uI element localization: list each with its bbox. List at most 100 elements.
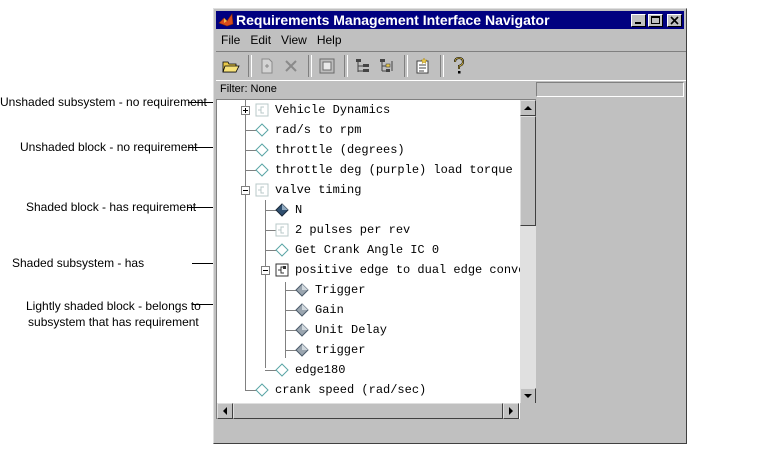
callout-shaded-block: Shaded block - has requirement (26, 200, 197, 214)
expand-toggle[interactable] (241, 106, 250, 115)
unshaded-block-icon (255, 123, 269, 137)
lightly-shaded-block-icon (295, 283, 309, 297)
menu-help[interactable]: Help (312, 33, 347, 47)
tree-item-unit-delay[interactable]: Unit Delay (295, 320, 387, 340)
toolbar-separator (248, 55, 252, 77)
new-button[interactable] (256, 55, 278, 77)
help-icon (454, 57, 465, 74)
menu-view[interactable]: View (276, 33, 312, 47)
unshaded-block-icon (275, 363, 289, 377)
toolbar (216, 51, 686, 81)
horizontal-scroll-thumb[interactable] (233, 403, 503, 419)
tree-item-trigger-lower[interactable]: trigger (295, 340, 365, 360)
tree-item-crank-speed[interactable]: crank speed (rad/sec) (255, 380, 426, 400)
filter-label: Filter: None (220, 83, 277, 95)
tree-item-get-crank-angle[interactable]: Get Crank Angle IC 0 (275, 240, 439, 260)
tree-button[interactable] (352, 55, 374, 77)
navigator-window: Requirements Management Interface Naviga… (213, 8, 687, 444)
scroll-down-button[interactable] (520, 388, 536, 404)
delete-button[interactable] (280, 55, 302, 77)
tree-item-valve-timing[interactable]: valve timing (255, 180, 361, 200)
details-pane (536, 99, 684, 419)
tree-item-label: Unit Delay (315, 323, 388, 337)
tree-line (265, 200, 266, 368)
toolbar-separator (440, 55, 444, 77)
close-button[interactable] (667, 13, 682, 27)
minimize-button[interactable] (631, 13, 646, 27)
tree-icon (356, 59, 369, 72)
new-document-icon (261, 58, 273, 74)
minimize-icon (635, 21, 641, 24)
status-bar (216, 421, 686, 441)
arrow-down-icon (524, 394, 532, 398)
tree-item-label: edge180 (295, 363, 346, 377)
lightly-shaded-block-icon (295, 303, 309, 317)
scroll-left-button[interactable] (217, 403, 233, 419)
toolbar-separator (308, 55, 312, 77)
unshaded-block-icon (255, 143, 269, 157)
unshaded-block-icon (255, 163, 269, 177)
close-icon (670, 15, 679, 25)
callout-lightly-shaded-line1: Lightly shaded block - belongs to (26, 299, 201, 313)
tree-item-label: throttle deg (purple) load torque l (275, 163, 528, 177)
arrow-left-icon (223, 407, 227, 415)
tree-item-label: Gain (315, 303, 344, 317)
tree-item-2-pulses-per-rev[interactable]: 2 pulses per rev (275, 220, 410, 240)
tree-item-edge180[interactable]: edge180 (275, 360, 345, 380)
lightly-shaded-block-icon (295, 343, 309, 357)
scroll-up-button[interactable] (520, 100, 536, 116)
scroll-right-button[interactable] (503, 403, 519, 419)
toolbar-separator (344, 55, 348, 77)
tree-item-label: N (295, 203, 303, 217)
callout-lightly-shaded-line2: subsystem that has requirement (28, 315, 199, 329)
vertical-scrollbar[interactable] (520, 100, 536, 404)
help-button[interactable] (448, 55, 470, 77)
tree-item-label: crank speed (rad/sec) (275, 383, 427, 397)
open-button[interactable] (220, 55, 242, 77)
requirements-tree[interactable]: Vehicle Dynamics rad/s to rpm throttle (… (216, 99, 536, 419)
unshaded-subsystem-icon (255, 103, 269, 117)
unshaded-block-icon (275, 243, 289, 257)
maximize-button[interactable] (648, 13, 663, 27)
callout-unshaded-block: Unshaded block - no requirement (20, 140, 198, 154)
unshaded-block-icon (255, 383, 269, 397)
tree-item-gain[interactable]: Gain (295, 300, 344, 320)
tree-line (245, 100, 246, 390)
title-bar[interactable]: Requirements Management Interface Naviga… (216, 11, 684, 29)
tree-line (285, 282, 286, 358)
shaded-subsystem-icon (275, 263, 289, 277)
tree-item-label: valve timing (275, 183, 362, 197)
tree-item-label: rad/s to rpm (275, 123, 362, 137)
maximize-icon (651, 15, 660, 24)
tree-item-vehicle-dynamics[interactable]: Vehicle Dynamics (255, 100, 390, 120)
tree-level-button[interactable] (376, 55, 398, 77)
tree-item-trigger[interactable]: Trigger (295, 280, 365, 300)
tree-item-positive-edge[interactable]: positive edge to dual edge conve (275, 260, 525, 280)
arrow-right-icon (509, 407, 513, 415)
shaded-block-icon (275, 203, 289, 217)
tree-item-label: 2 pulses per rev (295, 223, 411, 237)
view-button[interactable] (316, 55, 338, 77)
window-title: Requirements Management Interface Naviga… (236, 12, 550, 28)
tree-item-label: trigger (315, 343, 366, 357)
collapse-toggle[interactable] (261, 266, 270, 275)
menu-file[interactable]: File (216, 33, 245, 47)
menu-edit[interactable]: Edit (245, 33, 276, 47)
scrollbar-corner (520, 403, 536, 419)
vertical-scroll-thumb[interactable] (520, 116, 536, 226)
tree-item-rad-s-to-rpm[interactable]: rad/s to rpm (255, 120, 361, 140)
matlab-logo-icon (218, 13, 234, 27)
callout-lightly-shaded: Lightly shaded block - belongs to subsys… (26, 298, 201, 330)
toolbar-separator (404, 55, 408, 77)
tree-item-throttle-deg-load-torque[interactable]: throttle deg (purple) load torque l (255, 160, 527, 180)
view-icon (319, 58, 335, 74)
tree-item-n[interactable]: N (275, 200, 302, 220)
tree-item-label: Get Crank Angle IC 0 (295, 243, 440, 257)
arrow-up-icon (524, 106, 532, 110)
tree-item-throttle-degrees[interactable]: throttle (degrees) (255, 140, 405, 160)
collapse-toggle[interactable] (241, 186, 250, 195)
menu-bar: File Edit View Help (216, 31, 684, 49)
report-button[interactable] (412, 55, 434, 77)
horizontal-scrollbar[interactable] (217, 403, 519, 419)
tree-item-label: Vehicle Dynamics (275, 103, 391, 117)
